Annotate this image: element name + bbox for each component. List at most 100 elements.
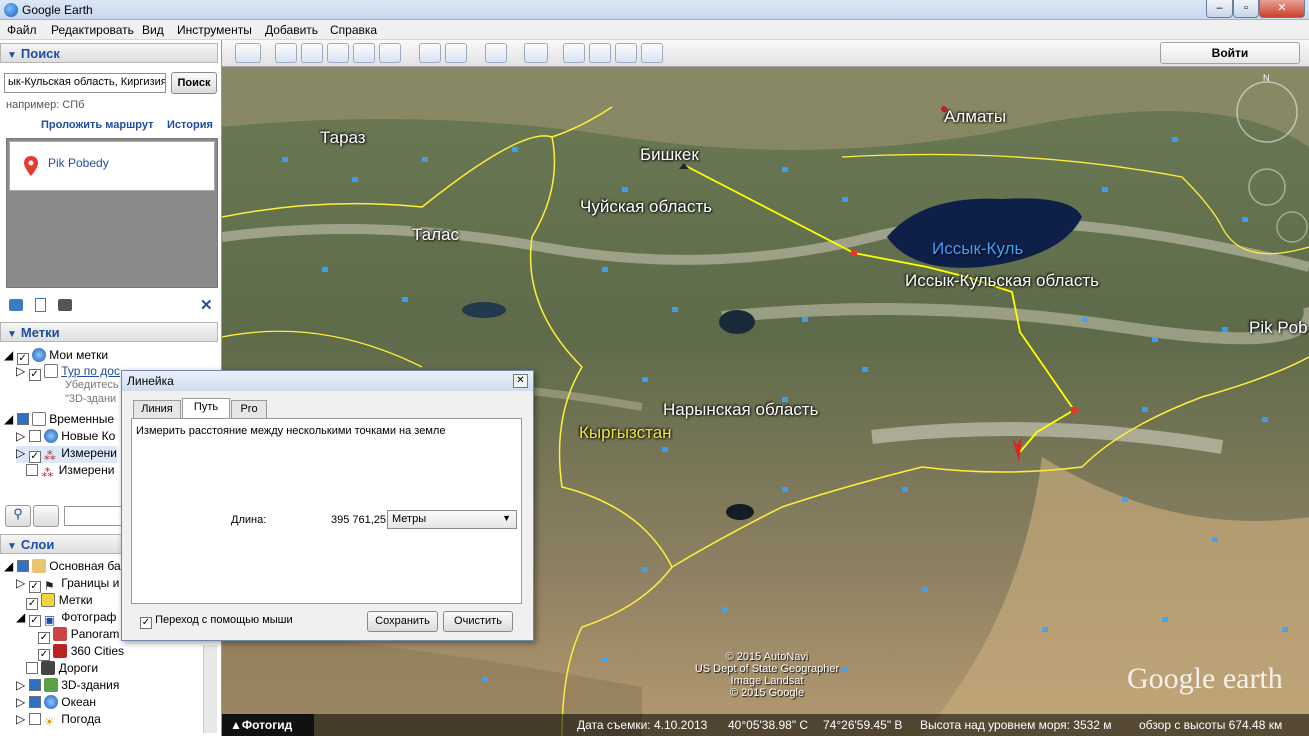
menu-add[interactable]: Добавить <box>265 23 318 37</box>
checkbox[interactable] <box>28 679 41 691</box>
checkbox[interactable]: ✓ <box>28 581 41 593</box>
tree-my-places[interactable]: ◢ ✓ Мои метки <box>4 348 108 365</box>
phototour-button[interactable]: ▲ Фотогид <box>222 714 314 736</box>
save-image-icon[interactable] <box>641 43 663 63</box>
unit-select[interactable]: Метры ▼ <box>387 510 517 529</box>
result-label[interactable]: Pik Pobedy <box>48 156 109 170</box>
search-input[interactable]: ык-Кульская область, Киргизия <box>4 73 166 93</box>
minimize-button[interactable]: – <box>1206 0 1233 18</box>
checkbox[interactable]: ✓ <box>28 615 41 627</box>
mouse-nav-checkbox[interactable]: ✓ <box>140 617 152 629</box>
menu-view[interactable]: Вид <box>142 23 164 37</box>
sidebar-toggle-icon[interactable] <box>235 43 261 63</box>
ruler-panel: Измерить расстояние между несколькими то… <box>131 418 522 604</box>
print-icon[interactable] <box>589 43 611 63</box>
menu-file[interactable]: Файл <box>7 23 37 37</box>
layer-panoramio[interactable]: ✓ Panoram <box>38 627 119 644</box>
maximize-button[interactable]: ▫ <box>1233 0 1259 18</box>
add-folder-icon[interactable] <box>9 299 23 311</box>
search-panel-header[interactable]: ▼ Поиск <box>0 43 218 63</box>
search-layers-icon[interactable]: ⚲ <box>5 505 31 527</box>
tree-temporary[interactable]: ◢ Временные <box>4 412 114 426</box>
close-button[interactable]: ✕ <box>1259 0 1305 18</box>
login-button[interactable]: Войти <box>1160 42 1300 64</box>
checkbox[interactable] <box>28 696 41 708</box>
checkbox[interactable] <box>16 413 29 425</box>
result-item[interactable]: Pik Pobedy <box>9 141 215 191</box>
route-link[interactable]: Проложить маршрут <box>41 119 153 131</box>
tree-new-kml[interactable]: ▷ Новые Ко <box>16 429 115 443</box>
map-label-country: Кыргызстан <box>579 423 672 442</box>
add-path-icon[interactable] <box>327 43 349 63</box>
menu-tools[interactable]: Инструменты <box>177 23 252 37</box>
checkbox[interactable]: ✓ <box>38 632 50 644</box>
checkbox[interactable] <box>26 662 39 674</box>
tab-path[interactable]: Путь <box>182 398 230 419</box>
close-search-icon[interactable]: ✕ <box>200 296 213 314</box>
layer-weather[interactable]: ▷ ☀ Погода <box>16 712 101 729</box>
checkbox[interactable]: ✓ <box>26 598 39 610</box>
globe-icon <box>43 429 58 443</box>
layer-roads[interactable]: Дороги <box>16 661 98 675</box>
360-cities-icon <box>53 644 68 658</box>
menu-edit[interactable]: Редактировать <box>51 23 134 37</box>
tab-line[interactable]: Линия <box>133 400 181 419</box>
sunlight-icon[interactable] <box>445 43 467 63</box>
longitude: 74°26'59.45" В <box>823 718 903 732</box>
ocean-icon <box>43 695 58 709</box>
layer-360[interactable]: ✓ 360 Cities <box>38 644 124 661</box>
checkbox[interactable]: ✓ <box>28 451 41 463</box>
add-placemark-icon[interactable] <box>275 43 297 63</box>
layer-borders[interactable]: ▷ ✓ ⚑ Границы и <box>16 576 119 593</box>
places-panel-header[interactable]: ▼ Метки <box>0 322 218 342</box>
folder-icon <box>31 412 46 426</box>
record-tour-icon[interactable] <box>379 43 401 63</box>
history-link[interactable]: История <box>167 119 213 131</box>
clear-button[interactable]: Очистить <box>443 611 513 632</box>
ruler-close-button[interactable]: ✕ <box>513 374 528 388</box>
mouse-nav-option[interactable]: ✓ Переход с помощью мыши <box>140 614 293 629</box>
checkbox[interactable] <box>28 430 41 442</box>
path-icon: ⁂ <box>41 466 54 480</box>
menu-help[interactable]: Справка <box>330 23 377 37</box>
imagery-date: Дата съемки: 4.10.2013 <box>577 718 708 732</box>
historical-imagery-icon[interactable] <box>419 43 441 63</box>
tree-measure-1[interactable]: ▷ ✓ ⁂ Измерени <box>16 446 117 463</box>
map-label: Pik Pob <box>1249 318 1308 337</box>
panoramio-icon <box>53 627 68 641</box>
checkbox[interactable] <box>16 560 29 572</box>
length-value: 395 761,25 <box>331 514 387 526</box>
chevron-down-icon: ▼ <box>502 513 511 523</box>
google-earth-watermark: Google earth <box>1127 662 1283 695</box>
ruler-icon[interactable] <box>524 43 548 63</box>
email-icon[interactable] <box>563 43 585 63</box>
print-icon[interactable] <box>58 299 72 311</box>
toolbar: Войти <box>222 40 1309 67</box>
add-overlay-icon[interactable] <box>353 43 375 63</box>
layer-3d[interactable]: ▷ 3D-здания <box>16 678 119 692</box>
layer-photos[interactable]: ◢ ✓ ▣ Фотограф <box>16 610 116 627</box>
layer-search-input[interactable] <box>64 506 122 526</box>
checkbox[interactable] <box>28 713 41 725</box>
tree-measure-2[interactable]: ⁂ Измерени <box>16 463 114 480</box>
elevation: Высота над уровнем моря: 3532 м <box>920 718 1112 732</box>
layers-scrollbar[interactable] <box>203 645 217 733</box>
checkbox[interactable]: ✓ <box>38 649 50 661</box>
title-bar: Google Earth – ▫ ✕ <box>0 0 1309 20</box>
layer-ocean[interactable]: ▷ Океан <box>16 695 96 709</box>
save-button[interactable]: Сохранить <box>367 611 438 632</box>
add-polygon-icon[interactable] <box>301 43 323 63</box>
view-in-maps-icon[interactable] <box>615 43 637 63</box>
layer-primary-db[interactable]: ◢ Основная ба <box>4 559 121 573</box>
layer-labels[interactable]: ✓ Метки <box>16 593 93 610</box>
checkbox[interactable] <box>26 464 39 476</box>
planets-icon[interactable] <box>485 43 507 63</box>
map-label: Тараз <box>320 128 366 147</box>
search-button[interactable]: Поиск <box>171 72 217 94</box>
copy-icon[interactable] <box>35 298 46 312</box>
panel-toggle-icon[interactable] <box>33 505 59 527</box>
eye-altitude: обзор с высоты 674.48 км <box>1139 718 1283 732</box>
checkbox[interactable]: ✓ <box>28 369 41 381</box>
tab-pro[interactable]: Pro <box>231 400 267 419</box>
map-credits: © 2015 AutoNavi US Dept of State Geograph… <box>694 651 840 699</box>
